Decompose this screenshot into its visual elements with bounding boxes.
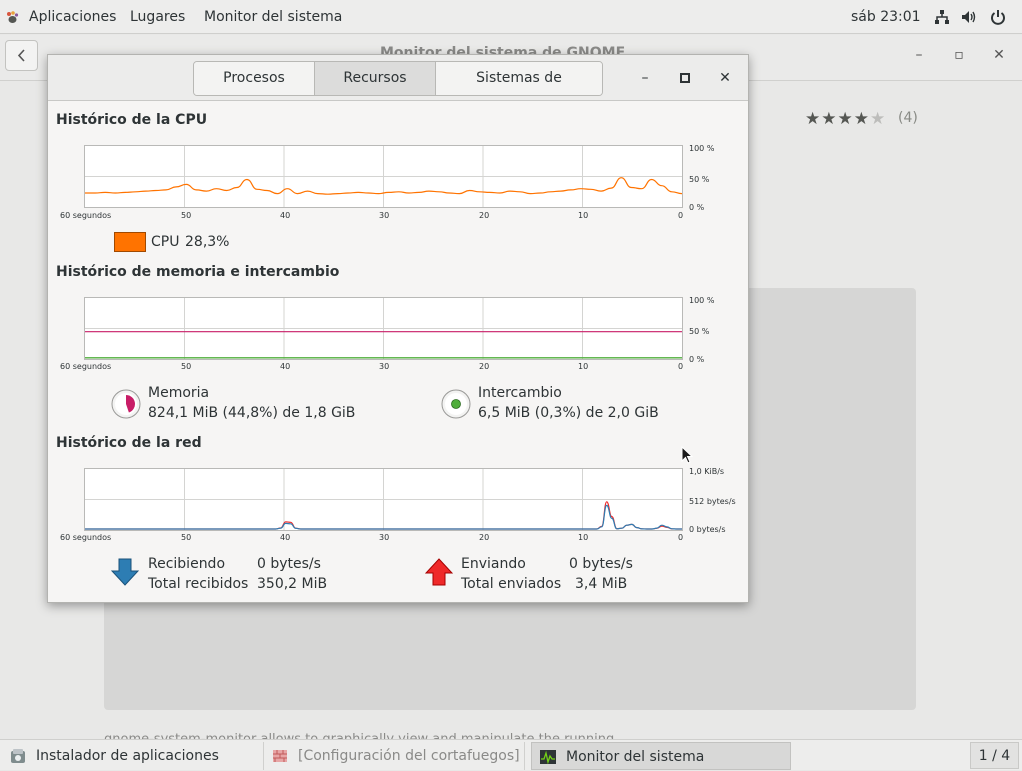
chevron-left-icon — [17, 49, 25, 62]
total-received-value: 350,2 MiB — [257, 576, 328, 592]
memory-pie-icon[interactable] — [111, 389, 141, 419]
star-icon: ★ — [821, 109, 838, 129]
total-received-label: Total recibidos — [148, 576, 249, 592]
sending-value: 0 bytes/s — [569, 556, 633, 572]
x-axis-tick-label: 40 — [280, 533, 291, 542]
network-y-tick: 0 bytes/s — [689, 525, 726, 534]
close-icon[interactable]: ✕ — [989, 45, 1009, 65]
x-axis-tick-label: 0 — [678, 211, 684, 220]
memory-value: 824,1 MiB (44,8%) de 1,8 GiB — [148, 405, 356, 421]
memory-section-title: Histórico de memoria e intercambio — [56, 264, 340, 280]
firewall-icon — [273, 750, 287, 762]
swap-value: 6,5 MiB (0,3%) de 2,0 GiB — [478, 405, 659, 421]
mouse-cursor-icon — [681, 446, 693, 464]
cpu-y-tick: 100 % — [689, 144, 715, 153]
tab-recursos[interactable]: Recursos — [315, 62, 436, 95]
x-axis-tick-label: 40 — [280, 211, 291, 220]
x-axis-tick-label: 0 — [678, 533, 684, 542]
x-axis-tick-label: 60 segundos — [60, 533, 112, 542]
memory-y-tick: 0 % — [689, 355, 705, 364]
network-y-tick: 1,0 KiB/s — [689, 467, 725, 476]
x-axis-tick-label: 40 — [280, 362, 291, 371]
x-axis-tick-label: 30 — [379, 533, 390, 542]
x-axis-tick-label: 50 — [181, 362, 192, 371]
window-list: Instalador de aplicaciones [Configuració… — [0, 739, 1022, 770]
network-y-tick: 512 bytes/s — [689, 497, 736, 506]
x-axis-tick-label: 50 — [181, 533, 192, 542]
cpu-legend-label: CPU — [151, 234, 180, 250]
total-sent-value: 3,4 MiB — [575, 576, 628, 592]
x-axis-tick-label: 10 — [578, 533, 589, 542]
swap-pie-icon[interactable] — [441, 389, 471, 419]
system-monitor-window: Procesos Recursos Sistemas de archivos –… — [47, 54, 749, 603]
task-app-installer[interactable]: Instalador de aplicaciones — [2, 742, 257, 770]
workspace-switcher[interactable]: 1 / 4 — [970, 742, 1019, 769]
software-installer-icon — [11, 749, 25, 763]
arrow-down-icon[interactable] — [111, 558, 139, 586]
memory-label: Memoria — [148, 385, 210, 401]
swap-label: Intercambio — [478, 385, 562, 401]
cpu-y-tick: 50 % — [689, 175, 710, 184]
x-axis-tick-label: 20 — [479, 362, 490, 371]
minimize-icon[interactable]: – — [909, 45, 929, 65]
volume-icon[interactable] — [961, 9, 977, 25]
x-axis-tick-label: 10 — [578, 211, 589, 220]
maximize-icon[interactable] — [674, 67, 696, 89]
cpu-y-tick: 0 % — [689, 203, 705, 212]
app-menu[interactable]: Monitor del sistema — [204, 0, 342, 34]
star-empty-icon: ★ — [870, 109, 887, 129]
network-history-graph — [84, 468, 683, 531]
star-icon: ★ — [853, 109, 870, 129]
view-switcher: Procesos Recursos Sistemas de archivos — [193, 61, 603, 96]
x-axis-tick-label: 60 segundos — [60, 362, 112, 371]
receiving-value: 0 bytes/s — [257, 556, 321, 572]
total-sent-label: Total enviados — [461, 576, 562, 592]
minimize-icon[interactable]: – — [634, 67, 656, 89]
tab-sistemas-de-archivos[interactable]: Sistemas de archivos — [436, 62, 602, 95]
x-axis-tick-label: 10 — [578, 362, 589, 371]
cpu-history-graph — [84, 145, 683, 208]
x-axis-tick-label: 30 — [379, 211, 390, 220]
memory-y-tick: 50 % — [689, 327, 710, 336]
applications-menu[interactable]: Aplicaciones — [29, 0, 116, 34]
x-axis-tick-label: 20 — [479, 533, 490, 542]
system-monitor-headerbar: Procesos Recursos Sistemas de archivos –… — [48, 55, 748, 101]
places-menu[interactable]: Lugares — [130, 0, 185, 34]
sending-label: Enviando — [461, 556, 526, 572]
rating-stars: ★★★★★ — [805, 109, 886, 129]
memory-y-tick: 100 % — [689, 296, 715, 305]
tab-procesos[interactable]: Procesos — [194, 62, 315, 95]
resources-view: Histórico de la CPU 100 % 50 % 0 % 60 se… — [48, 102, 748, 602]
maximize-icon[interactable]: ▫ — [949, 45, 969, 65]
x-axis-tick-label: 0 — [678, 362, 684, 371]
task-system-monitor[interactable]: Monitor del sistema — [531, 742, 791, 770]
power-icon[interactable] — [990, 9, 1006, 25]
memory-history-graph — [84, 297, 683, 360]
network-icon[interactable] — [934, 9, 950, 25]
cpu-section-title: Histórico de la CPU — [56, 112, 208, 128]
receiving-label: Recibiendo — [148, 556, 226, 572]
x-axis-tick-label: 50 — [181, 211, 192, 220]
cpu-color-swatch[interactable] — [114, 232, 146, 252]
close-icon[interactable]: ✕ — [714, 67, 736, 89]
star-icon: ★ — [837, 109, 854, 129]
network-section-title: Histórico de la red — [56, 435, 202, 451]
top-bar: Aplicaciones Lugares Monitor del sistema… — [0, 0, 1022, 34]
star-icon: ★ — [805, 109, 822, 129]
back-button[interactable] — [5, 40, 38, 71]
system-monitor-icon — [540, 750, 556, 765]
arrow-up-icon[interactable] — [425, 558, 453, 586]
x-axis-tick-label: 30 — [379, 362, 390, 371]
cpu-legend-value: 28,3% — [185, 234, 230, 250]
x-axis-tick-label: 60 segundos — [60, 211, 112, 220]
x-axis-tick-label: 20 — [479, 211, 490, 220]
rating-count[interactable]: (4) — [898, 110, 918, 126]
clock[interactable]: sáb 23:01 — [851, 0, 921, 34]
task-firewall-config[interactable]: [Configuración del cortafuegos] — [263, 742, 525, 770]
gnome-foot-icon — [7, 11, 19, 23]
